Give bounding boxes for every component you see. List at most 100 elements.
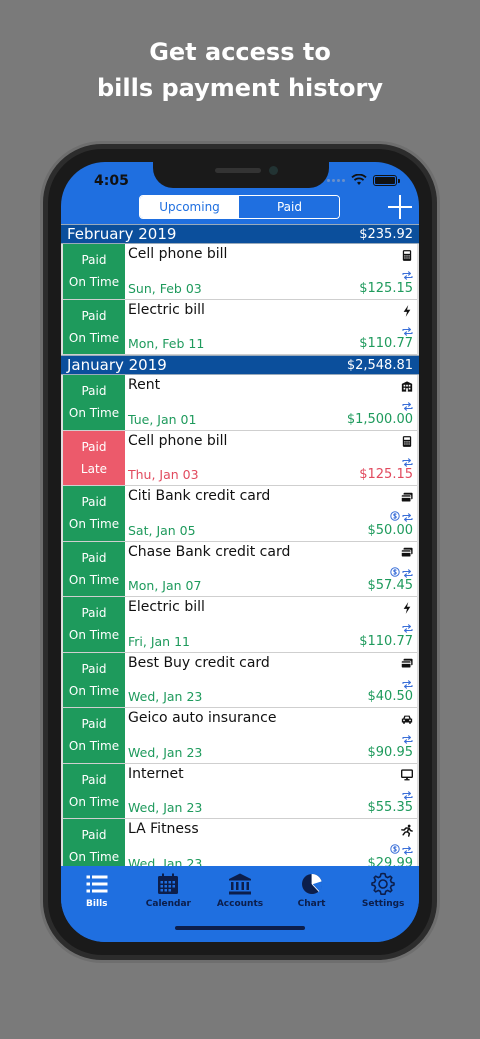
status-timing-label: On Time	[68, 683, 120, 698]
payment-status-badge: Paid On Time	[63, 541, 125, 596]
status-icons	[327, 174, 400, 186]
bill-name: Electric bill	[128, 301, 205, 318]
lightning-icon	[401, 601, 413, 615]
bill-date: Wed, Jan 23	[128, 744, 203, 760]
monitor-icon	[401, 768, 413, 782]
bill-details: Chase Bank credit card Mon, Jan 07 $57.4…	[125, 542, 417, 597]
status-time: 4:05	[94, 173, 129, 189]
bill-date: Tue, Jan 01	[128, 411, 197, 427]
tab-chart[interactable]: Chart	[276, 866, 348, 942]
add-bill-button[interactable]	[387, 194, 413, 220]
bill-details: Citi Bank credit card Sat, Jan 05 $50.00	[125, 486, 417, 541]
bill-row[interactable]: Paid On Time LA Fitness Wed, Jan 23 $29.…	[63, 819, 417, 866]
bill-date: Sat, Jan 05	[128, 522, 196, 538]
tab-bar: Bills Calendar Accounts Chart Settings	[61, 866, 419, 942]
tab-calendar[interactable]: Calendar	[133, 866, 205, 942]
credit-card-icon	[401, 490, 413, 504]
bill-amount: $110.77	[359, 336, 413, 351]
bill-details: Cell phone bill Thu, Jan 03 $125.15	[125, 431, 417, 486]
tab-label: Settings	[361, 899, 405, 909]
promo-headline-line1: Get access to	[149, 38, 331, 66]
battery-icon	[373, 174, 400, 186]
bill-row[interactable]: Paid On Time Internet Wed, Jan 23 $55.35	[63, 763, 417, 819]
bill-details: Internet Wed, Jan 23 $55.35	[125, 764, 417, 819]
autopay-icon	[390, 564, 400, 577]
tab-accounts[interactable]: Accounts	[204, 866, 276, 942]
status-timing-label: Late	[80, 461, 108, 476]
autopay-icon	[390, 508, 400, 521]
month-header: February 2019 $235.92	[61, 224, 419, 244]
tab-paid[interactable]: Paid	[240, 196, 339, 218]
bill-row[interactable]: Paid On Time Best Buy credit card Wed, J…	[63, 652, 417, 708]
bill-date: Mon, Feb 11	[128, 336, 205, 351]
month-header: January 2019 $2,548.81	[61, 355, 419, 375]
repeat-icon	[402, 454, 413, 467]
status-paid-label: Paid	[81, 384, 107, 399]
bill-amount: $1,500.00	[346, 411, 413, 427]
bill-details: Rent Tue, Jan 01 $1,500.00	[125, 375, 417, 430]
payment-status-badge: Paid On Time	[63, 708, 125, 763]
bill-row[interactable]: Paid On Time Chase Bank credit card Mon,…	[63, 541, 417, 597]
bill-row[interactable]: Paid On Time Geico auto insurance Wed, J…	[63, 708, 417, 764]
payment-status-badge: Paid On Time	[63, 299, 125, 354]
notch	[153, 162, 329, 188]
month-total: $235.92	[359, 226, 413, 242]
bill-list[interactable]: February 2019 $235.92 Paid On Time Cell …	[61, 224, 419, 866]
tab-label: Accounts	[216, 899, 264, 909]
bill-amount: $29.99	[367, 855, 414, 867]
payment-status-badge: Paid On Time	[63, 763, 125, 818]
bill-row[interactable]: Paid On Time Electric bill Mon, Feb 11 $…	[63, 299, 417, 355]
tab-settings[interactable]: Settings	[347, 866, 419, 942]
bill-row[interactable]: Paid Late Cell phone bill Thu, Jan 03 $1…	[63, 430, 417, 486]
car-icon	[401, 712, 413, 726]
status-paid-label: Paid	[81, 717, 107, 732]
payment-status-badge: Paid On Time	[63, 486, 125, 541]
gear-icon	[371, 872, 395, 896]
bill-amount: $110.77	[359, 633, 413, 649]
bill-date: Fri, Jan 11	[128, 633, 190, 649]
bill-details: Geico auto insurance Wed, Jan 23 $90.95	[125, 708, 417, 763]
bill-amount: $55.35	[367, 800, 414, 815]
bill-row[interactable]: Paid On Time Rent Tue, Jan 01 $1,500.00	[63, 375, 417, 431]
repeat-icon	[402, 731, 413, 744]
repeat-icon	[402, 787, 413, 800]
speaker	[215, 168, 261, 173]
building-icon	[401, 379, 413, 393]
status-timing-label: On Time	[68, 628, 120, 643]
home-indicator	[175, 926, 305, 930]
bill-details: LA Fitness Wed, Jan 23 $29.99	[125, 819, 417, 866]
bill-row[interactable]: Paid On Time Citi Bank credit card Sat, …	[63, 486, 417, 542]
bill-date: Wed, Jan 23	[128, 855, 203, 867]
repeat-icon	[402, 676, 413, 689]
month-total: $2,548.81	[346, 357, 413, 373]
status-paid-label: Paid	[81, 495, 107, 510]
repeat-icon	[402, 398, 413, 411]
repeat-icon	[402, 323, 413, 336]
bill-name: Rent	[128, 377, 161, 393]
status-paid-label: Paid	[81, 606, 107, 621]
bill-name: Geico auto insurance	[128, 710, 277, 726]
bill-amount: $57.45	[367, 578, 414, 593]
tab-upcoming[interactable]: Upcoming	[140, 196, 240, 218]
bill-amount: $40.50	[367, 689, 414, 704]
month-title: February 2019	[67, 225, 177, 243]
status-paid-label: Paid	[81, 661, 107, 676]
tab-bills[interactable]: Bills	[61, 866, 133, 942]
wifi-icon	[351, 174, 367, 185]
promo-headline-line2: bills payment history	[96, 74, 384, 102]
bill-row[interactable]: Paid On Time Electric bill Fri, Jan 11 $…	[63, 597, 417, 653]
status-paid-label: Paid	[81, 828, 107, 843]
calculator-icon	[401, 435, 413, 449]
runner-icon	[401, 823, 413, 837]
status-timing-label: On Time	[68, 406, 120, 421]
calculator-icon	[401, 248, 413, 262]
tab-label: Chart	[297, 899, 326, 909]
bill-row[interactable]: Paid On Time Cell phone bill Sun, Feb 03…	[63, 244, 417, 300]
repeat-icon	[402, 620, 413, 633]
bill-name: LA Fitness	[128, 821, 199, 837]
bill-name: Best Buy credit card	[128, 654, 270, 671]
bill-details: Best Buy credit card Wed, Jan 23 $40.50	[125, 653, 417, 708]
payment-status-badge: Paid Late	[63, 430, 125, 485]
pie-chart-icon	[300, 872, 324, 896]
front-camera	[269, 166, 278, 175]
